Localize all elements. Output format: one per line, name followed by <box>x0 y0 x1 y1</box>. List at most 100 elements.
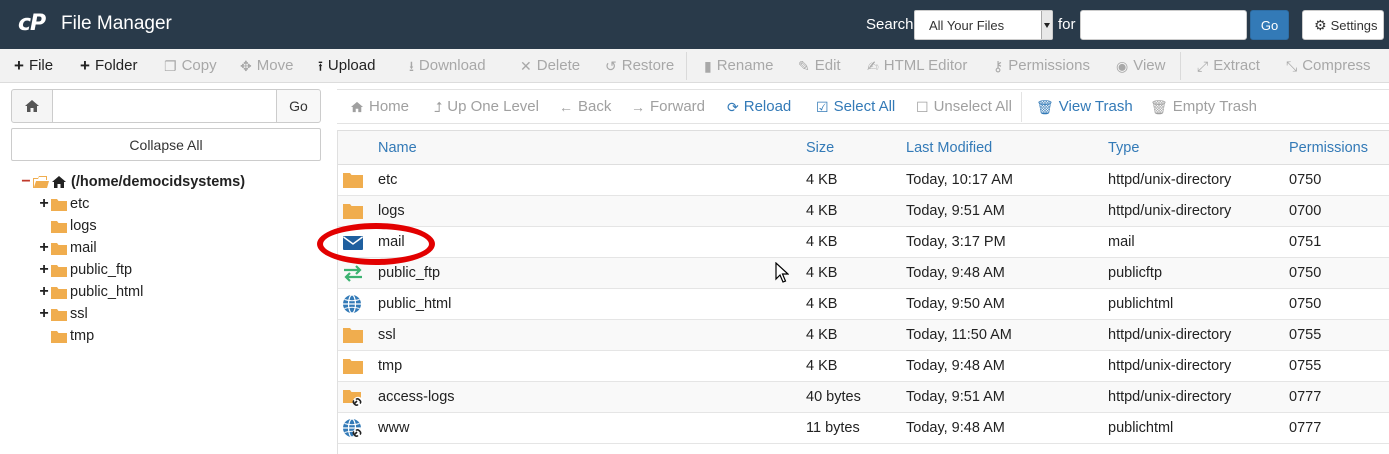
file-name[interactable]: access-logs <box>378 389 455 405</box>
expand-toggle-icon[interactable]: + <box>38 305 50 323</box>
tree-item[interactable]: + etc <box>38 194 89 214</box>
table-row[interactable]: public_ftp 4 KB Today, 9:48 AM publicftp 075… <box>338 258 1389 289</box>
column-header-last-modified[interactable]: Last Modified <box>906 140 992 156</box>
column-header-size[interactable]: Size <box>806 140 834 156</box>
for-label: for <box>1058 16 1076 33</box>
file-name[interactable]: tmp <box>378 358 402 374</box>
table-row[interactable]: logs 4 KB Today, 9:51 AM httpd/unix-directo… <box>338 196 1389 227</box>
view-button[interactable]: ◉ View <box>1116 57 1165 74</box>
permissions-button[interactable]: ⚷ Permissions <box>993 57 1090 74</box>
folder-icon[interactable] <box>342 325 364 345</box>
collapse-toggle-icon[interactable]: − <box>20 173 32 191</box>
folder-icon[interactable] <box>342 170 364 190</box>
column-header-type[interactable]: Type <box>1108 140 1139 156</box>
edit-label: Edit <box>814 57 841 74</box>
unselect-all-button[interactable]: ☐ Unselect All <box>916 98 1012 115</box>
tree-item-label: logs <box>70 218 97 234</box>
table-row[interactable]: mail 4 KB Today, 3:17 PM mail 0751 <box>338 227 1389 258</box>
file-type: httpd/unix-directory <box>1108 389 1232 405</box>
up-one-level-button[interactable]: ⮥ Up One Level <box>434 98 539 115</box>
upload-button[interactable]: ⭱ Upload <box>318 57 375 74</box>
column-header-permissions[interactable]: Permissions <box>1289 140 1368 156</box>
home-directory-button[interactable] <box>11 89 53 123</box>
column-header-name[interactable]: Name <box>378 140 417 156</box>
view-trash-button[interactable]: 🗑 View Trash <box>1036 98 1133 115</box>
restore-icon: ↺ <box>605 57 617 74</box>
file-name[interactable]: public_html <box>378 296 451 312</box>
checkbox-empty-icon: ☐ <box>916 98 929 115</box>
nav-home-button[interactable]: Home <box>350 98 409 115</box>
tree-root[interactable]: − (/home/democidsystems) <box>20 172 245 192</box>
restore-button[interactable]: ↺ Restore <box>605 57 674 74</box>
file-name[interactable]: www <box>378 420 409 436</box>
back-label: Back <box>578 98 612 115</box>
file-name[interactable]: logs <box>378 203 405 219</box>
folder-icon[interactable] <box>342 356 364 376</box>
tree-item[interactable]: + public_html <box>38 282 143 302</box>
back-button[interactable]: ← Back <box>559 98 611 115</box>
file-name[interactable]: public_ftp <box>378 265 440 281</box>
search-scope-select[interactable]: All Your Files <box>914 10 1053 40</box>
extract-button[interactable]: ⤢ Extract <box>1197 57 1260 74</box>
select-all-button[interactable]: ☑ Select All <box>816 98 895 115</box>
table-row[interactable]: www 11 bytes Today, 9:48 AM publichtml 0777 <box>338 413 1389 444</box>
file-size: 4 KB <box>806 172 838 188</box>
copy-label: Copy <box>181 57 217 74</box>
plus-icon: + <box>14 56 24 75</box>
tree-item[interactable]: logs <box>38 216 97 236</box>
edit-button[interactable]: ✎ Edit <box>798 57 841 74</box>
copy-button[interactable]: ❐ Copy <box>164 57 217 74</box>
compress-button[interactable]: ⤡ Compress <box>1286 57 1371 74</box>
table-row[interactable]: access-logs 40 bytes Today, 9:51 AM httpd/u… <box>338 382 1389 413</box>
table-row[interactable]: ssl 4 KB Today, 11:50 AM httpd/unix-directo… <box>338 320 1389 351</box>
new-file-button[interactable]: + File <box>14 57 53 74</box>
download-button[interactable]: ⭳ Download <box>409 57 486 74</box>
tree-item[interactable]: + ssl <box>38 304 87 324</box>
expand-toggle-icon[interactable]: + <box>38 261 50 279</box>
file-permissions: 0755 <box>1289 358 1322 374</box>
reload-button[interactable]: ⟳ Reload <box>727 98 791 115</box>
forward-button[interactable]: → Forward <box>631 98 705 115</box>
file-modified: Today, 9:51 AM <box>906 389 1005 405</box>
mouse-cursor-icon <box>775 262 789 283</box>
expand-toggle-icon[interactable]: + <box>38 283 50 301</box>
folder-icon[interactable] <box>342 201 364 221</box>
folder-icon <box>51 330 67 343</box>
move-button[interactable]: ✥ Move <box>240 57 293 74</box>
new-folder-button[interactable]: + Folder <box>80 57 137 74</box>
globe-icon[interactable] <box>342 294 364 314</box>
brand[interactable]: cP File Manager <box>18 11 172 36</box>
folder-icon <box>51 264 67 277</box>
file-modified: Today, 3:17 PM <box>906 234 1006 250</box>
globe-link-icon[interactable] <box>342 418 364 438</box>
path-go-button[interactable]: Go <box>276 89 321 123</box>
table-row[interactable]: public_html 4 KB Today, 9:50 AM publichtml 0… <box>338 289 1389 320</box>
table-row[interactable]: etc 4 KB Today, 10:17 AM httpd/unix-directo… <box>338 165 1389 196</box>
collapse-all-button[interactable]: Collapse All <box>11 128 321 161</box>
table-row[interactable]: tmp 4 KB Today, 9:48 AM httpd/unix-director… <box>338 351 1389 382</box>
tree-item[interactable]: + mail <box>38 238 96 258</box>
exchange-arrows-icon[interactable] <box>342 263 364 283</box>
tree-item[interactable]: + public_ftp <box>38 260 132 280</box>
html-editor-button[interactable]: ✍ HTML Editor <box>867 57 967 74</box>
search-go-button[interactable]: Go <box>1250 10 1289 40</box>
move-icon: ✥ <box>240 57 252 74</box>
search-input[interactable] <box>1080 10 1247 40</box>
path-input[interactable] <box>52 89 277 123</box>
settings-label: Settings <box>1330 17 1378 33</box>
rename-button[interactable]: ▮ Rename <box>704 57 773 74</box>
file-name[interactable]: ssl <box>378 327 396 343</box>
cpanel-logo[interactable]: cP <box>18 11 56 36</box>
file-size: 4 KB <box>806 327 838 343</box>
folder-link-icon[interactable] <box>342 387 364 407</box>
settings-button[interactable]: ⚙ Settings <box>1302 10 1384 40</box>
expand-toggle-icon[interactable]: + <box>38 195 50 213</box>
file-modified: Today, 9:48 AM <box>906 420 1005 436</box>
expand-toggle-icon[interactable]: + <box>38 239 50 257</box>
toolbar-divider <box>686 52 687 80</box>
empty-trash-button[interactable]: 🗑 Empty Trash <box>1150 98 1257 115</box>
file-name[interactable]: etc <box>378 172 397 188</box>
delete-button[interactable]: ✕ Delete <box>520 57 580 74</box>
tree-item[interactable]: tmp <box>38 326 94 346</box>
file-type: httpd/unix-directory <box>1108 172 1232 188</box>
